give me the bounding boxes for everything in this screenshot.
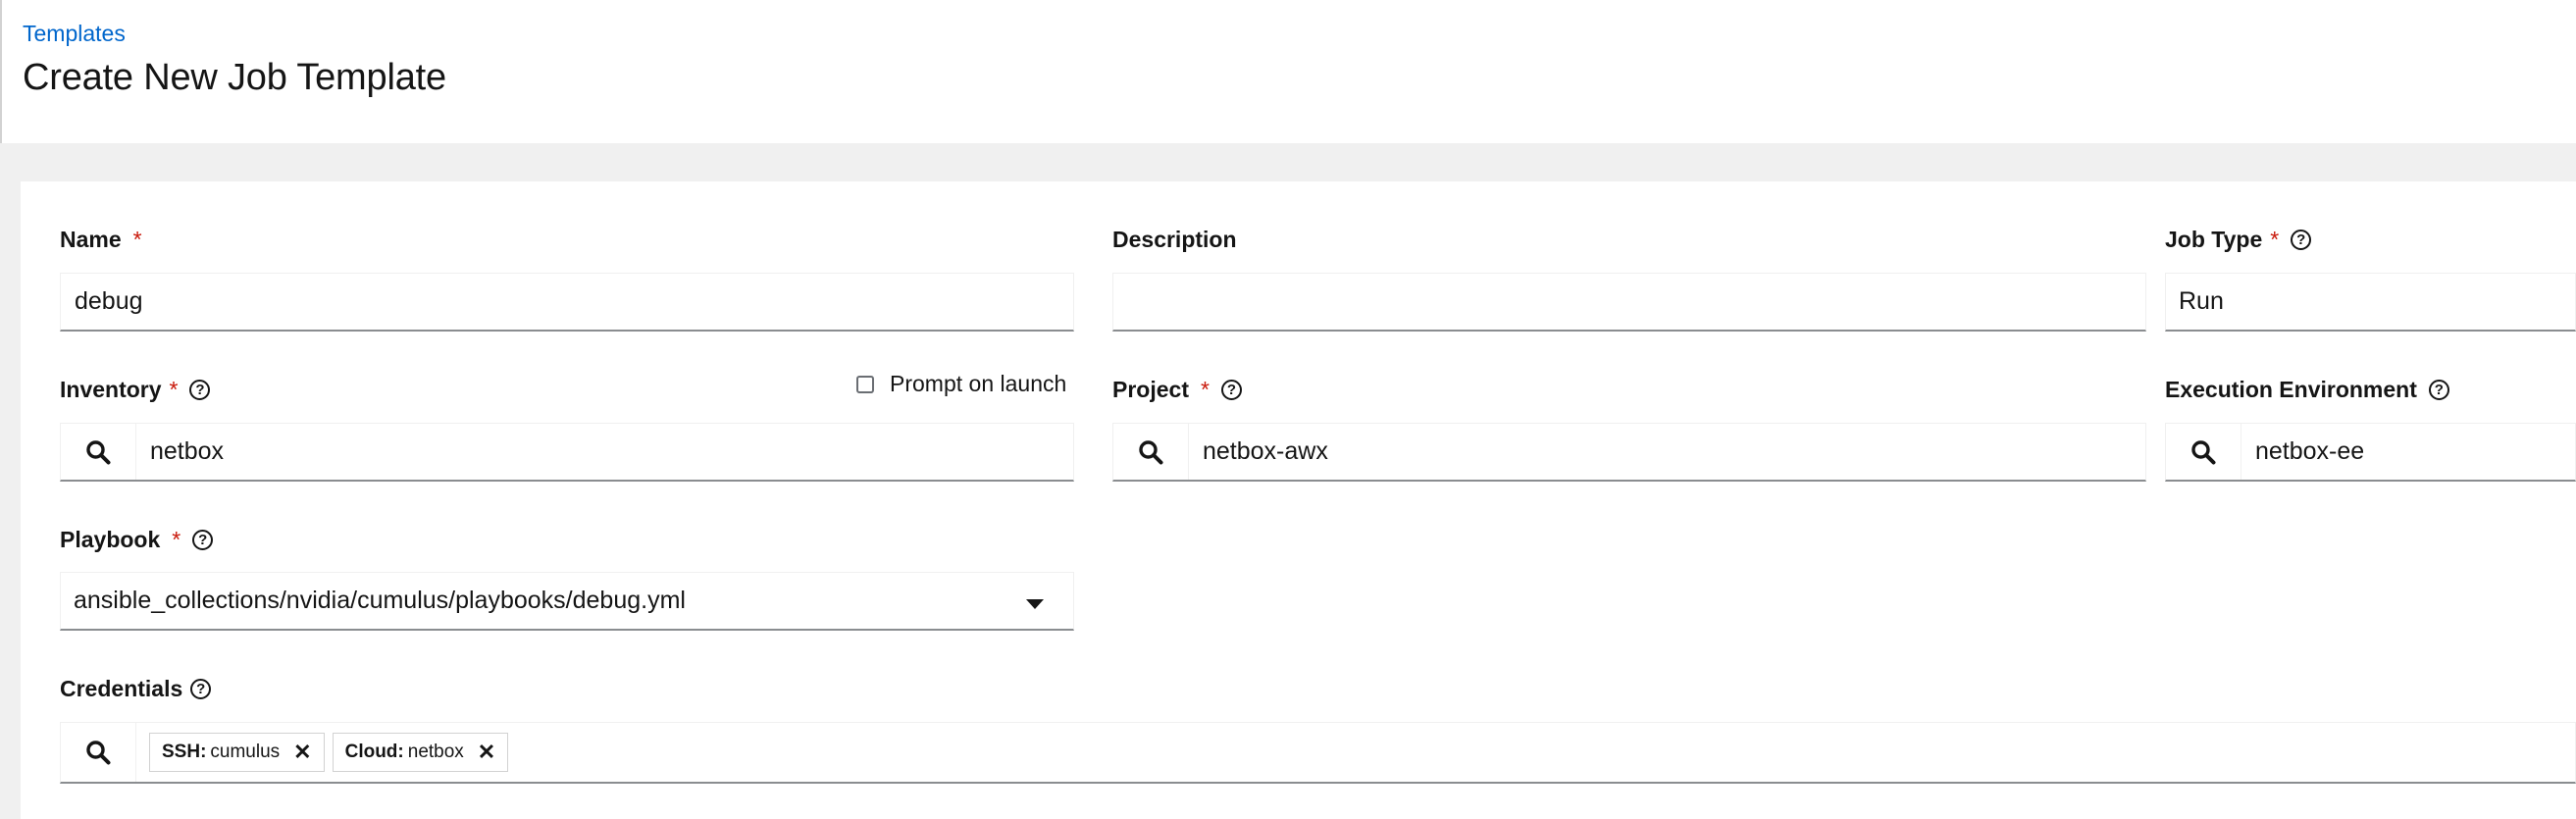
- execution-environment-lookup[interactable]: netbox-ee: [2165, 423, 2576, 482]
- required-marker: *: [172, 527, 181, 552]
- chip-type: SSH:: [162, 742, 207, 762]
- project-label: Project * ?: [1112, 377, 1242, 403]
- job-template-form: Name * debug Description Job Type * ? Ru…: [21, 181, 2576, 819]
- inventory-value: netbox: [150, 437, 225, 465]
- job-type-label-text: Job Type: [2165, 227, 2263, 252]
- credential-chip-group: SSH: cumulus ✕ Cloud: netbox ✕: [136, 723, 516, 782]
- project-value: netbox-awx: [1203, 437, 1328, 465]
- inventory-label-text: Inventory: [60, 377, 162, 402]
- search-icon: [86, 439, 111, 464]
- required-marker: *: [132, 227, 142, 252]
- caret-down-icon[interactable]: [1026, 599, 1044, 609]
- name-label-text: Name: [60, 227, 122, 252]
- project-search-button[interactable]: [1113, 424, 1189, 480]
- times-icon[interactable]: ✕: [293, 740, 311, 765]
- search-icon: [86, 741, 111, 765]
- credential-chip: SSH: cumulus ✕: [149, 733, 325, 772]
- description-input[interactable]: [1112, 273, 2146, 332]
- page-title: Create New Job Template: [23, 57, 446, 98]
- inventory-lookup[interactable]: netbox: [60, 423, 1074, 482]
- inventory-label: Inventory * ?: [60, 377, 211, 403]
- credentials-label: Credentials ?: [60, 676, 212, 702]
- job-type-label: Job Type * ?: [2165, 227, 2312, 253]
- inventory-search-button[interactable]: [61, 424, 136, 480]
- project-label-text: Project: [1112, 377, 1189, 402]
- page-header: Templates Create New Job Template: [0, 0, 2576, 143]
- description-label-text: Description: [1112, 227, 1237, 252]
- required-marker: *: [2270, 227, 2280, 252]
- credential-chip: Cloud: netbox ✕: [332, 733, 509, 772]
- checkbox-icon[interactable]: [856, 375, 874, 393]
- credentials-search-button[interactable]: [61, 723, 136, 782]
- playbook-label-text: Playbook: [60, 527, 161, 552]
- execution-environment-search-button[interactable]: [2166, 424, 2241, 480]
- question-circle-icon[interactable]: ?: [192, 530, 214, 550]
- name-input[interactable]: debug: [60, 273, 1074, 332]
- question-circle-icon[interactable]: ?: [2291, 230, 2312, 250]
- credentials-lookup[interactable]: SSH: cumulus ✕ Cloud: netbox ✕: [60, 722, 2576, 784]
- description-label: Description: [1112, 227, 1237, 253]
- search-icon: [1139, 439, 1163, 464]
- execution-environment-label: Execution Environment ?: [2165, 377, 2449, 403]
- job-type-select[interactable]: Run: [2165, 273, 2576, 332]
- chip-type: Cloud:: [344, 742, 404, 762]
- question-circle-icon[interactable]: ?: [190, 679, 212, 699]
- search-icon: [2191, 439, 2216, 464]
- playbook-value: ansible_collections/nvidia/cumulus/playb…: [74, 587, 686, 614]
- prompt-on-launch-label: Prompt on launch: [890, 371, 1067, 396]
- name-label: Name *: [60, 227, 142, 253]
- prompt-on-launch-checkbox[interactable]: Prompt on launch: [856, 371, 1066, 397]
- project-lookup[interactable]: netbox-awx: [1112, 423, 2146, 482]
- playbook-label: Playbook * ?: [60, 527, 214, 553]
- chip-name: netbox: [407, 742, 464, 762]
- question-circle-icon[interactable]: ?: [2428, 380, 2449, 400]
- name-input-value: debug: [75, 287, 143, 315]
- job-type-value: Run: [2179, 287, 2224, 315]
- execution-environment-label-text: Execution Environment: [2165, 377, 2417, 402]
- chip-name: cumulus: [210, 742, 281, 762]
- breadcrumb-templates-link[interactable]: Templates: [23, 21, 126, 47]
- playbook-select[interactable]: ansible_collections/nvidia/cumulus/playb…: [60, 572, 1074, 631]
- question-circle-icon[interactable]: ?: [189, 380, 211, 400]
- required-marker: *: [1200, 377, 1210, 402]
- times-icon[interactable]: ✕: [478, 740, 495, 765]
- execution-environment-value: netbox-ee: [2255, 437, 2365, 465]
- question-circle-icon[interactable]: ?: [1220, 380, 1242, 400]
- required-marker: *: [169, 377, 179, 402]
- credentials-label-text: Credentials: [60, 676, 183, 701]
